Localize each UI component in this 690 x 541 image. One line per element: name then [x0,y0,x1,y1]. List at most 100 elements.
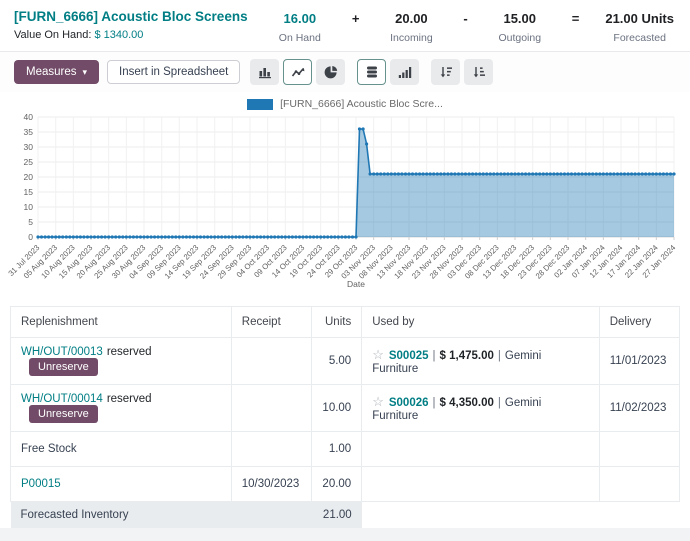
reserved-note: reserved [107,346,152,358]
replenishment-cell: P00015 [11,467,232,502]
replenishment-cell: WH/OUT/00014 reserved Unreserve [11,385,232,432]
delivery-cell [599,432,679,467]
line-chart-icon [291,65,305,79]
used-by-cell [362,432,600,467]
sale-amount: $ 4,350.00 [440,397,494,409]
forecasted-inventory-units: 21.00 [312,502,362,529]
receipt-cell [231,338,311,385]
separator: | [498,350,501,362]
sort-ascending-icon [472,65,486,79]
reserved-note: reserved [107,393,152,405]
forecasted-inventory-label: Forecasted Inventory [11,502,232,529]
sort-ascending-button[interactable] [464,59,493,85]
svg-text:5: 5 [28,217,33,227]
value-on-hand-label: Value On Hand: [14,29,91,41]
replenishment-link[interactable]: WH/OUT/00013 [21,346,103,358]
pie-chart-icon [324,65,338,79]
units-cell: 20.00 [312,467,362,502]
chart-type-buttons [250,59,493,85]
bar-chart-button[interactable] [250,59,279,85]
replenishment-cell: WH/OUT/00013 reserved Unreserve [11,338,232,385]
table-row: P00015 10/30/202320.00 [11,467,680,502]
svg-text:Date: Date [347,279,365,289]
report-header: [FURN_6666] Acoustic Bloc Screens Value … [0,0,690,52]
column-header-delivery: Delivery [599,307,679,338]
column-header-units: Units [312,307,362,338]
separator: | [433,397,436,409]
separator: | [498,397,501,409]
cumulative-icon [398,65,412,79]
product-summary: [FURN_6666] Acoustic Bloc Screens Value … [14,9,248,41]
insert-in-spreadsheet-button[interactable]: Insert in Spreadsheet [107,60,240,84]
forecasted-inventory-used-by-cell [362,502,600,529]
line-chart-button[interactable] [283,59,312,85]
equals-operator: = [572,11,580,26]
table-row: Free Stock 1.00 [11,432,680,467]
svg-text:20: 20 [24,172,34,182]
used-by-cell [362,467,600,502]
replenishment-table: Replenishment Receipt Units Used by Deli… [10,306,680,528]
forecasted-inventory-receipt-cell [231,502,311,529]
value-on-hand: Value On Hand:$ 1340.00 [14,29,248,41]
outgoing-label: Outgoing [494,32,546,44]
star-icon[interactable]: ☆ [372,347,384,362]
svg-text:0: 0 [28,232,33,242]
page-title: [FURN_6666] Acoustic Bloc Screens [14,9,248,24]
column-header-used-by: Used by [362,307,600,338]
unreserve-button[interactable]: Unreserve [29,358,98,376]
forecasted-label: Forecasted [605,32,674,44]
table-header-row: Replenishment Receipt Units Used by Deli… [11,307,680,338]
used-by-cell: ☆S00026|$ 4,350.00|Gemini Furniture [362,385,600,432]
replenishment-text: Free Stock [21,443,77,455]
legend-swatch [247,99,273,110]
forecast-metrics: 16.00 On Hand + 20.00 Incoming - 15.00 O… [274,11,676,44]
value-on-hand-amount: $ 1340.00 [94,29,143,41]
outgoing-value: 15.00 [494,11,546,26]
forecast-chart-svg[interactable]: 051015202530354031 Jul 202305 Aug 202310… [8,111,682,293]
sale-order-link[interactable]: S00025 [389,350,429,362]
chevron-down-icon: ▾ [83,67,88,78]
receipt-cell: 10/30/2023 [231,467,311,502]
sale-order-link[interactable]: S00026 [389,397,429,409]
delivery-cell: 11/01/2023 [599,338,679,385]
delivery-cell: 11/02/2023 [599,385,679,432]
incoming-label: Incoming [385,32,437,44]
pie-chart-button[interactable] [316,59,345,85]
sort-descending-button[interactable] [431,59,460,85]
units-cell: 5.00 [312,338,362,385]
forecasted-inventory-delivery-cell [599,502,679,529]
sort-descending-icon [439,65,453,79]
replenishment-section: Replenishment Receipt Units Used by Deli… [0,298,690,528]
star-icon[interactable]: ☆ [372,394,384,409]
on-hand-label: On Hand [274,32,326,44]
svg-text:25: 25 [24,157,34,167]
receipt-cell [231,432,311,467]
stacked-toggle-button[interactable] [357,59,386,85]
measures-button-label: Measures [26,66,77,78]
units-cell: 1.00 [312,432,362,467]
stacked-icon [365,65,379,79]
cumulative-toggle-button[interactable] [390,59,419,85]
metric-outgoing: 15.00 Outgoing [494,11,546,44]
bar-chart-icon [258,65,272,79]
metric-incoming: 20.00 Incoming [385,11,437,44]
metric-on-hand: 16.00 On Hand [274,11,326,44]
receipt-cell [231,385,311,432]
forecasted-value: 21.00 Units [605,11,674,26]
page-background-strip [0,528,690,541]
svg-text:40: 40 [24,112,34,122]
forecasted-inventory-row: Forecasted Inventory 21.00 [11,502,680,529]
legend-label: [FURN_6666] Acoustic Bloc Scre... [280,98,443,110]
unreserve-button[interactable]: Unreserve [29,405,98,423]
replenishment-link[interactable]: P00015 [21,478,61,490]
forecast-chart-section: [FURN_6666] Acoustic Bloc Scre... 051015… [0,92,690,298]
measures-button[interactable]: Measures ▾ [14,60,99,84]
units-cell: 10.00 [312,385,362,432]
svg-text:10: 10 [24,202,34,212]
svg-text:30: 30 [24,142,34,152]
column-header-replenishment: Replenishment [11,307,232,338]
graph-toolbar: Measures ▾ Insert in Spreadsheet [0,52,690,92]
separator: | [433,350,436,362]
replenishment-link[interactable]: WH/OUT/00014 [21,393,103,405]
svg-text:35: 35 [24,127,34,137]
